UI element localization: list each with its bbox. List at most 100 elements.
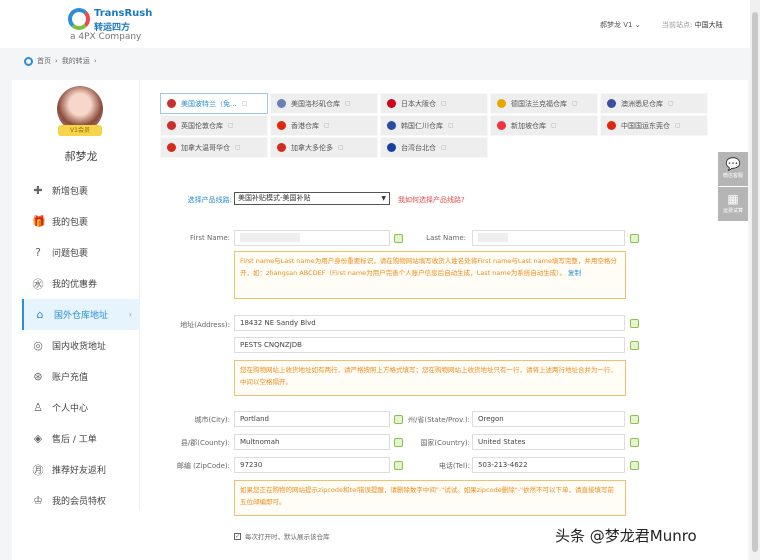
copy-icon[interactable]: ▢ <box>228 122 234 129</box>
address-line2-field[interactable]: PESTS CNQNZJDB <box>234 337 625 353</box>
copy-icon[interactable]: ▢ <box>345 100 351 107</box>
copy-icon[interactable] <box>630 319 639 328</box>
flag-icon <box>607 99 616 108</box>
flag-icon <box>497 99 506 108</box>
question-icon: ? <box>35 246 41 259</box>
flag-icon <box>497 121 506 130</box>
sidebar-item[interactable]: ♙ 个人中心 <box>22 392 140 423</box>
logo-text: TransRush <box>94 8 153 19</box>
warehouse-tab[interactable]: 新加坡仓库 ▢ <box>490 115 598 136</box>
checkbox-checked[interactable]: ✓ <box>234 532 241 540</box>
copy-icon[interactable] <box>630 415 639 424</box>
name-note-text: First name与Last name为用户身份重要标识，请在购物网站填写收货… <box>240 257 617 277</box>
scrollbar-thumb[interactable] <box>752 12 758 552</box>
warehouse-tab[interactable]: 台湾台北仓 ▢ <box>380 137 488 158</box>
route-select[interactable]: 美国补贴模式-美国补贴 ▼ <box>234 192 390 205</box>
sidebar-item-label: 国外仓库地址 <box>54 311 109 321</box>
sidebar-item[interactable]: ◈ 售后 / 工单 <box>22 423 140 454</box>
copy-icon[interactable] <box>630 461 639 470</box>
shipping-calc-button[interactable]: ▦ 运费试算 <box>718 187 748 221</box>
sidebar-item[interactable]: ⊛ 账户充值 <box>22 361 140 392</box>
breadcrumb-home[interactable]: 首页 <box>37 56 51 66</box>
default-warehouse-option[interactable]: ✓ 每次打开时，默认展示该仓库 <box>234 531 330 541</box>
logo-subtitle: a 4PX Company <box>70 32 142 42</box>
zip-field[interactable]: 97230 <box>234 457 390 473</box>
sidebar-item-label: 售后 / 工单 <box>52 435 97 445</box>
warehouse-tab[interactable]: 韩国仁川仓库 ▢ <box>380 115 488 136</box>
country-field[interactable]: United States <box>472 434 625 450</box>
warehouse-tab[interactable]: 德国法兰克福仓库 ▢ <box>490 93 598 114</box>
warehouse-tab[interactable]: 澳洲悉尼仓库 ▢ <box>600 93 708 114</box>
last-name-field[interactable] <box>472 230 625 246</box>
sidebar-item[interactable]: ◎ 国内收货地址 <box>22 330 140 361</box>
copy-icon[interactable]: ▢ <box>448 122 454 129</box>
sidebar-item[interactable]: 🎁 我的包裹 <box>22 206 140 237</box>
warehouse-tab-label: 香港仓库 <box>291 121 319 130</box>
city-label: 城市(City): <box>194 416 230 424</box>
copy-icon[interactable]: ▢ <box>242 100 248 107</box>
city-field[interactable]: Portland <box>234 411 390 427</box>
coupon-icon: ㊌ <box>32 277 44 291</box>
county-field[interactable]: Multnomah <box>234 434 390 450</box>
user-menu[interactable]: 郝梦龙 V1 ⌄ <box>600 20 641 30</box>
referral-icon: ㊊ <box>32 463 44 477</box>
site-selector[interactable]: 当前站点: 中国大陆 <box>662 20 723 30</box>
sidebar-item[interactable]: ㊌我的优惠券 <box>22 268 140 299</box>
state-label: 州/省(State/Prov.): <box>408 416 470 424</box>
copy-icon[interactable]: ▢ <box>441 100 447 107</box>
state-field[interactable]: Oregon <box>472 411 625 427</box>
route-help-link[interactable]: 我如何选择产品线路? <box>398 195 465 205</box>
warehouse-tab[interactable]: 加拿大多伦多 ▢ <box>270 137 378 158</box>
sidebar-item-label: 我的会员特权 <box>52 497 107 507</box>
sidebar-item-label: 我的包裹 <box>52 218 89 228</box>
warehouse-tab[interactable]: 香港仓库 ▢ <box>270 115 378 136</box>
copy-icon[interactable]: ▢ <box>235 144 241 151</box>
warehouse-tab[interactable]: 英国伦敦仓库 ▢ <box>160 115 268 136</box>
shipping-calc-label: 运费试算 <box>722 208 743 214</box>
warehouse-tab[interactable]: 美国洛杉矶仓库 ▢ <box>270 93 378 114</box>
sidebar-item[interactable]: ? 问题包裹 <box>22 237 140 268</box>
copy-link[interactable]: 复制 <box>568 269 581 277</box>
sidebar-item[interactable]: ⌂ 国外仓库地址 › <box>22 299 140 330</box>
tel-field[interactable]: 503-213-4622 <box>472 457 625 473</box>
vip-icon: ♔ <box>33 494 43 507</box>
copy-icon[interactable]: ▢ <box>572 100 578 107</box>
flag-icon <box>387 121 396 130</box>
warehouse-tab-label: 新加坡仓库 <box>511 121 546 130</box>
breadcrumb-current[interactable]: 我的转运 <box>62 56 90 66</box>
logo[interactable]: TransRush 转运四方 a 4PX Company <box>68 6 152 44</box>
chevron-right-icon: › <box>128 310 132 319</box>
user-display-name: 郝梦龙 <box>64 150 98 163</box>
warehouse-tab[interactable]: 中国国运东莞仓 ▢ <box>600 115 708 136</box>
copy-icon[interactable] <box>630 438 639 447</box>
recharge-icon: ⊛ <box>33 370 43 383</box>
warehouse-tab[interactable]: 加拿大温哥华仓 ▢ <box>160 137 268 158</box>
sidebar-item[interactable]: ㊊推荐好友返利 <box>22 454 140 485</box>
warehouse-tab-label: 日本大阪仓 <box>401 99 436 108</box>
country-label: 国家(Country): <box>420 439 470 447</box>
warehouse-tab-label: 德国法兰克福仓库 <box>511 99 567 108</box>
copy-icon[interactable]: ▢ <box>338 144 344 151</box>
copy-icon[interactable] <box>630 341 639 350</box>
home-icon: ⌂ <box>36 308 44 321</box>
warehouse-tab-label: 台湾台北仓 <box>401 143 436 152</box>
watermark: 头条 @梦龙君Munro <box>555 527 697 545</box>
warehouse-tab[interactable]: 日本大阪仓 ▢ <box>380 93 488 114</box>
address-line1-field[interactable]: 18432 NE Sandy Blvd <box>234 315 625 331</box>
first-name-label: First Name: <box>190 234 230 242</box>
copy-icon[interactable]: ▢ <box>668 100 674 107</box>
copy-icon[interactable] <box>630 234 639 243</box>
copy-icon[interactable]: ▢ <box>441 144 447 151</box>
sidebar-item[interactable]: ♔ 我的会员特权 <box>22 485 140 516</box>
copy-icon[interactable]: ▢ <box>675 122 681 129</box>
wechat-service-button[interactable]: 💬 微信客服 <box>718 152 748 186</box>
copy-icon[interactable]: ▢ <box>324 122 330 129</box>
sidebar-item[interactable]: ✚ 新增包裹 <box>22 175 140 206</box>
user-icon: ♙ <box>33 401 43 414</box>
warehouse-tab-label: 美国波特兰（免... <box>181 99 237 108</box>
copy-icon[interactable]: ▢ <box>551 122 557 129</box>
sidebar-item-label: 问题包裹 <box>52 249 89 259</box>
warehouse-tab[interactable]: 美国波特兰（免... ▢ <box>160 93 268 114</box>
wechat-service-label: 微信客服 <box>722 173 743 179</box>
site-label: 当前站点: <box>662 21 693 29</box>
